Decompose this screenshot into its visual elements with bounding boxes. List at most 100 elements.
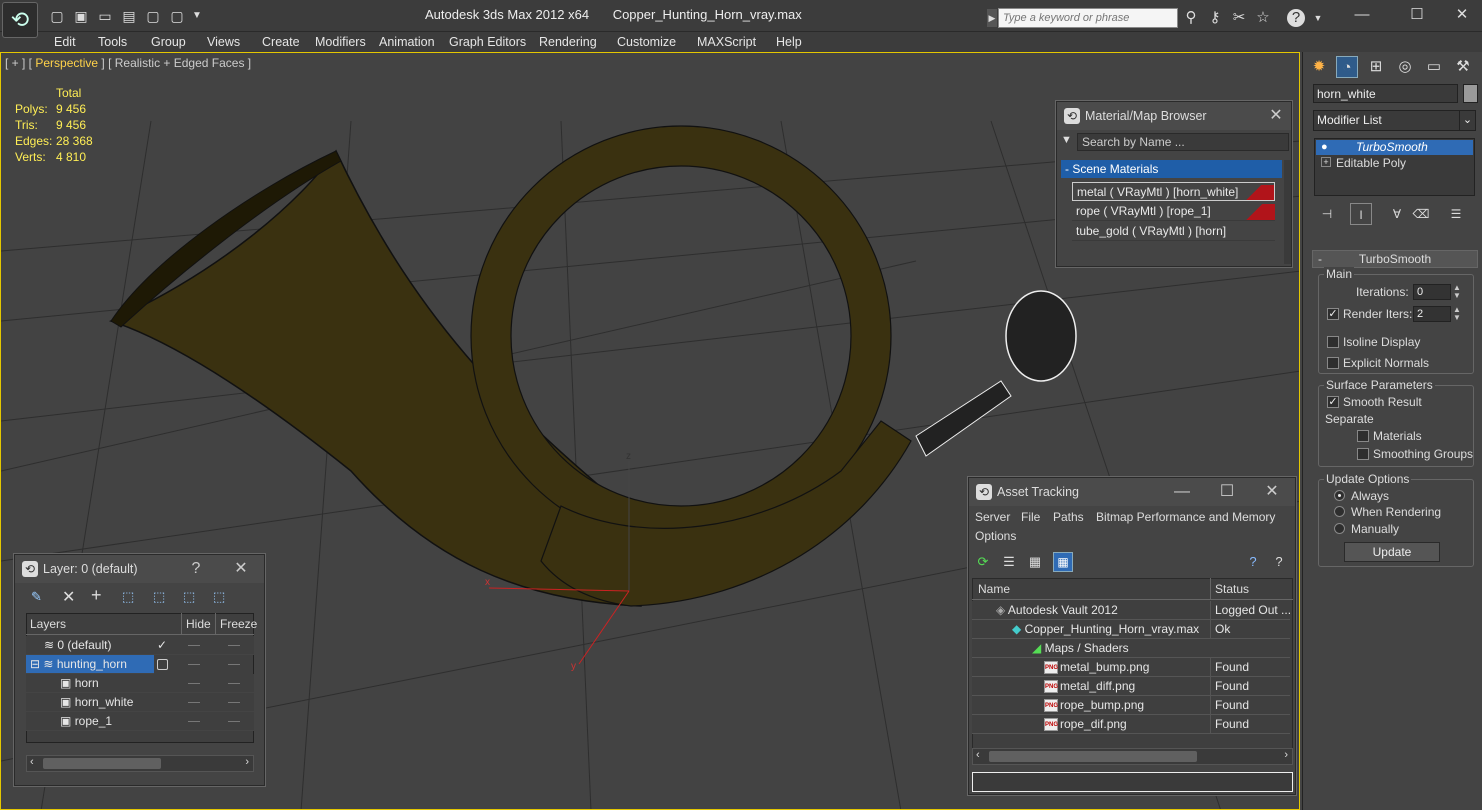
hide-toggle[interactable] bbox=[188, 664, 200, 665]
asset-menu-server[interactable]: Server bbox=[975, 510, 1010, 524]
layer-column-freeze[interactable]: Freeze bbox=[215, 613, 257, 635]
minimize-button[interactable]: — bbox=[1342, 4, 1382, 26]
select-objects-icon[interactable]: ⬚ bbox=[122, 589, 134, 605]
modifier-list-chevron-down-icon[interactable]: ⌄ bbox=[1459, 110, 1476, 131]
hide-toggle[interactable] bbox=[188, 645, 200, 646]
material-item-tube-gold[interactable]: tube_gold ( VRayMtl ) [horn] bbox=[1072, 222, 1275, 241]
hide-all-layers-icon[interactable]: ⬚ bbox=[183, 589, 195, 605]
asset-row-max-file[interactable]: ◆ Copper_Hunting_Horn_vray.max Ok bbox=[972, 620, 1290, 639]
key-icon[interactable]: ⚷ bbox=[1205, 9, 1225, 27]
menu-create[interactable]: Create bbox=[262, 33, 300, 51]
turbosmooth-rollout-header[interactable]: - TurboSmooth bbox=[1312, 250, 1478, 268]
layer-row-default[interactable]: ≋ 0 (default) ✓ bbox=[26, 636, 254, 655]
asset-row-metal-bump[interactable]: PNG metal_bump.png Found bbox=[972, 658, 1290, 677]
asset-row-rope-dif[interactable]: PNG rope_dif.png Found bbox=[972, 715, 1290, 734]
smooth-result-checkbox[interactable]: ✓ bbox=[1327, 396, 1339, 408]
hierarchy-tab-icon[interactable]: ⊞ bbox=[1365, 56, 1387, 78]
menu-graph-editors[interactable]: Graph Editors bbox=[449, 33, 526, 51]
create-layer-icon[interactable]: ✎ bbox=[31, 589, 42, 605]
asset-menu-file[interactable]: File bbox=[1021, 510, 1040, 524]
update-when-rendering-radio[interactable] bbox=[1334, 506, 1345, 517]
tools-icon[interactable]: ✂ bbox=[1229, 9, 1249, 27]
explicit-normals-checkbox[interactable] bbox=[1327, 357, 1339, 369]
asset-row-rope-bump[interactable]: PNG rope_bump.png Found bbox=[972, 696, 1290, 715]
object-color-swatch[interactable] bbox=[1463, 84, 1478, 103]
layer-column-hide[interactable]: Hide bbox=[181, 613, 211, 635]
layer-column-layers[interactable]: Layers bbox=[30, 613, 66, 635]
menu-tools[interactable]: Tools bbox=[98, 33, 127, 51]
collapse-minus-icon[interactable]: ⊟ bbox=[30, 657, 40, 671]
asset-row-vault[interactable]: ◈ Autodesk Vault 2012 Logged Out ... bbox=[972, 601, 1290, 620]
update-button[interactable]: Update bbox=[1344, 542, 1440, 562]
scroll-right-icon[interactable]: › bbox=[245, 756, 249, 768]
freeze-toggle[interactable] bbox=[228, 645, 240, 646]
iterations-spinner[interactable]: 0 bbox=[1413, 284, 1451, 300]
asset-menu-bitmap-performance[interactable]: Bitmap Performance and Memory bbox=[1096, 510, 1275, 524]
help-browse-icon[interactable]: ? bbox=[1245, 554, 1261, 570]
expand-plus-icon[interactable]: + bbox=[1321, 157, 1331, 167]
scroll-thumb[interactable] bbox=[989, 751, 1197, 762]
add-to-layer-icon[interactable]: + bbox=[91, 585, 102, 606]
close-button[interactable]: ✕ bbox=[1442, 4, 1482, 26]
material-browser-options-icon[interactable]: ▼ bbox=[1061, 134, 1075, 150]
separate-materials-checkbox[interactable] bbox=[1357, 430, 1369, 442]
menu-help[interactable]: Help bbox=[776, 33, 802, 51]
layer-row-horn-white[interactable]: ▣ horn_white bbox=[26, 693, 254, 712]
layer-help-button[interactable]: ? bbox=[183, 555, 209, 583]
asset-row-metal-diff[interactable]: PNG metal_diff.png Found bbox=[972, 677, 1290, 696]
hide-toggle[interactable] bbox=[188, 683, 200, 684]
update-always-radio[interactable] bbox=[1334, 490, 1345, 501]
utilities-tab-icon[interactable]: ⚒ bbox=[1452, 56, 1474, 78]
active-layer-check-icon[interactable]: ✓ bbox=[157, 636, 167, 655]
configure-modifier-sets-icon[interactable]: ☰ bbox=[1445, 203, 1467, 225]
material-browser-close-button[interactable]: ✕ bbox=[1263, 102, 1289, 130]
highlight-layer-icon[interactable]: ⬚ bbox=[153, 589, 165, 605]
asset-column-name[interactable]: Name bbox=[978, 578, 1010, 600]
menu-views[interactable]: Views bbox=[207, 33, 240, 51]
delete-layer-icon[interactable]: ✕ bbox=[62, 587, 75, 607]
stack-item-turbosmooth[interactable]: TurboSmooth bbox=[1316, 140, 1473, 155]
create-tab-icon[interactable]: ✹ bbox=[1308, 56, 1330, 78]
asset-horizontal-scrollbar[interactable]: ‹ › bbox=[972, 748, 1293, 765]
app-logo-icon[interactable]: ⟲ bbox=[2, 2, 38, 38]
favorites-star-icon[interactable]: ☆ bbox=[1253, 9, 1273, 27]
viewport-shading-mode[interactable]: ] [ Realistic + Edged Faces ] bbox=[98, 56, 251, 70]
layer-horizontal-scrollbar[interactable]: ‹ › bbox=[26, 755, 254, 772]
freeze-toggle[interactable] bbox=[228, 664, 240, 665]
material-browser-title-bar[interactable]: ⟲ Material/Map Browser ✕ bbox=[1057, 102, 1291, 130]
help-dropdown-icon[interactable]: ▼ bbox=[1308, 9, 1328, 27]
layer-row-hunting-horn[interactable]: ⊟ ≋ hunting_horn bbox=[26, 655, 154, 674]
motion-tab-icon[interactable]: ◎ bbox=[1394, 56, 1416, 78]
scene-materials-group[interactable]: - Scene Materials bbox=[1061, 160, 1282, 178]
save-icon[interactable]: ▣ bbox=[72, 8, 90, 24]
asset-path-field[interactable] bbox=[972, 772, 1293, 792]
list-view-icon[interactable]: ☰ bbox=[1001, 554, 1017, 570]
separate-smoothing-groups-checkbox[interactable] bbox=[1357, 448, 1369, 460]
render-iters-spinner-arrows-icon[interactable]: ▲ ▼ bbox=[1453, 306, 1461, 322]
asset-close-button[interactable]: ✕ bbox=[1259, 478, 1285, 506]
asset-row-maps-shaders[interactable]: ◢ Maps / Shaders bbox=[972, 639, 1290, 658]
render-iters-spinner[interactable]: 2 bbox=[1413, 306, 1451, 322]
project-folder-icon[interactable]: ▢ bbox=[168, 8, 186, 24]
asset-column-status[interactable]: Status bbox=[1210, 578, 1249, 600]
thumbnail-view-icon[interactable]: ▦ bbox=[1027, 554, 1043, 570]
freeze-toggle[interactable] bbox=[228, 683, 240, 684]
keyword-search-input[interactable] bbox=[998, 8, 1178, 28]
maximize-button[interactable]: ☐ bbox=[1397, 4, 1437, 26]
open-file-icon[interactable]: ▢ bbox=[48, 8, 66, 24]
viewport-view-name[interactable]: Perspective bbox=[35, 56, 98, 70]
freeze-toggle[interactable] bbox=[228, 721, 240, 722]
modify-tab-icon[interactable]: ◔ bbox=[1336, 56, 1358, 78]
object-name-field[interactable]: horn_white bbox=[1313, 84, 1458, 103]
remove-modifier-icon[interactable]: ⌫ bbox=[1410, 203, 1432, 225]
menu-rendering[interactable]: Rendering bbox=[539, 33, 597, 51]
refresh-icon[interactable]: ⟳ bbox=[975, 554, 991, 570]
asset-maximize-button[interactable]: ☐ bbox=[1214, 478, 1240, 506]
asset-tracking-title-bar[interactable]: ⟲ Asset Tracking — ☐ ✕ bbox=[969, 478, 1295, 506]
lightbulb-icon[interactable]: ● bbox=[1321, 141, 1328, 153]
hide-toggle[interactable] bbox=[188, 702, 200, 703]
table-view-icon[interactable]: ▦ bbox=[1053, 552, 1073, 572]
hide-toggle[interactable] bbox=[188, 721, 200, 722]
hold-icon[interactable]: ▤ bbox=[120, 8, 138, 24]
make-unique-icon[interactable]: ∀ bbox=[1386, 203, 1408, 225]
